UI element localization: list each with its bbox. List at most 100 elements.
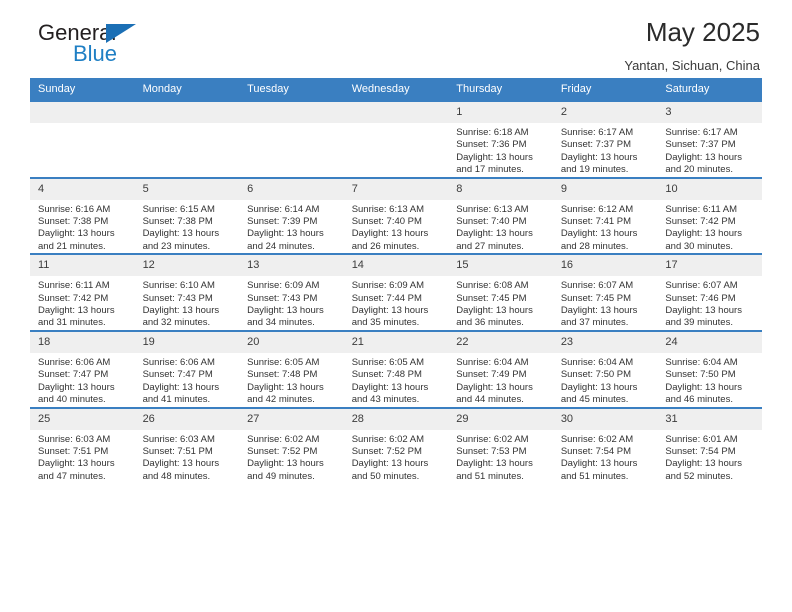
daylight-duration-line2: and 39 minutes.: [665, 317, 733, 329]
day-details: Sunrise: 6:04 AM Sunset: 7:49 PM Daylight:…: [448, 353, 553, 407]
calendar-day-cell[interactable]: 7 Sunrise: 6:13 AM Sunset: 7:40 PM Daylight…: [343, 176, 449, 255]
day-details: Sunrise: 6:06 AM Sunset: 7:47 PM Daylight:…: [30, 353, 135, 407]
daylight-duration-line2: and 36 minutes.: [456, 317, 524, 329]
calendar-day-cell[interactable]: 21 Sunrise: 6:05 AM Sunset: 7:48 PM Dayligh…: [343, 329, 449, 408]
day-number: 12: [134, 255, 240, 277]
day-details: Sunrise: 6:10 AM Sunset: 7:43 PM Daylight:…: [135, 276, 240, 330]
calendar-day-cell[interactable]: 25 Sunrise: 6:03 AM Sunset: 7:51 PM Dayligh…: [30, 406, 135, 484]
calendar-day-cell[interactable]: 31 Sunrise: 6:01 AM Sunset: 7:54 PM Dayligh…: [657, 406, 762, 484]
daylight-duration-line2: and 20 minutes.: [665, 164, 733, 176]
sunset-time: Sunset: 7:38 PM: [142, 216, 213, 228]
daylight-duration-line2: and 51 minutes.: [456, 470, 524, 482]
calendar-day-cell[interactable]: 8 Sunrise: 6:13 AM Sunset: 7:40 PM Daylight…: [448, 176, 553, 255]
sunset-time: Sunset: 7:45 PM: [456, 292, 527, 304]
calendar-day-cell[interactable]: 2 Sunrise: 6:17 AM Sunset: 7:37 PM Daylight…: [552, 100, 658, 178]
day-details: Sunrise: 6:13 AM Sunset: 7:40 PM Daylight:…: [344, 200, 449, 254]
calendar-day-cell[interactable]: 16 Sunrise: 6:07 AM Sunset: 7:45 PM Dayligh…: [552, 253, 658, 331]
calendar-day-cell[interactable]: 10 Sunrise: 6:11 AM Sunset: 7:42 PM Dayligh…: [657, 176, 762, 255]
calendar-day-cell[interactable]: 19 Sunrise: 6:06 AM Sunset: 7:47 PM Dayligh…: [134, 329, 240, 408]
daylight-duration-line1: Daylight: 13 hours: [560, 151, 638, 163]
sunrise-time: Sunrise: 6:06 AM: [38, 356, 111, 368]
calendar-day-cell[interactable]: 15 Sunrise: 6:08 AM Sunset: 7:45 PM Dayligh…: [448, 253, 553, 331]
daylight-duration-line1: Daylight: 13 hours: [560, 458, 638, 470]
daylight-duration-line1: Daylight: 13 hours: [665, 381, 742, 393]
calendar-day-cell[interactable]: 14 Sunrise: 6:09 AM Sunset: 7:44 PM Dayligh…: [343, 253, 449, 331]
day-number: 4: [30, 178, 135, 200]
calendar-day-cell[interactable]: 17 Sunrise: 6:07 AM Sunset: 7:46 PM Dayligh…: [657, 253, 762, 331]
brand-logo[interactable]: General Blue: [38, 21, 168, 69]
sunset-time: Sunset: 7:40 PM: [456, 216, 527, 228]
calendar-day-cell[interactable]: 24 Sunrise: 6:04 AM Sunset: 7:50 PM Dayligh…: [657, 329, 762, 408]
day-details: Sunrise: 6:11 AM Sunset: 7:42 PM Daylight:…: [30, 276, 135, 330]
daylight-duration-line2: and 34 minutes.: [247, 317, 315, 329]
day-details: Sunrise: 6:02 AM Sunset: 7:53 PM Daylight:…: [448, 430, 553, 484]
day-details: Sunrise: 6:02 AM Sunset: 7:52 PM Daylight:…: [344, 430, 449, 484]
calendar-day-cell[interactable]: 12 Sunrise: 6:10 AM Sunset: 7:43 PM Dayligh…: [134, 253, 240, 331]
sunrise-time: Sunrise: 6:17 AM: [560, 127, 634, 138]
day-details: Sunrise: 6:07 AM Sunset: 7:45 PM Daylight:…: [553, 276, 658, 330]
daylight-duration-line2: and 19 minutes.: [560, 164, 629, 176]
daylight-duration-line1: Daylight: 13 hours: [351, 228, 429, 240]
sunrise-time: Sunrise: 6:13 AM: [351, 203, 425, 215]
day-number: [134, 102, 240, 123]
daylight-duration-line2: and 35 minutes.: [351, 317, 420, 329]
calendar-day-cell[interactable]: 13 Sunrise: 6:09 AM Sunset: 7:43 PM Dayligh…: [239, 253, 344, 331]
calendar-day-cell[interactable]: 9 Sunrise: 6:12 AM Sunset: 7:41 PM Daylight…: [552, 176, 658, 255]
calendar-day-cell[interactable]: 18 Sunrise: 6:06 AM Sunset: 7:47 PM Dayligh…: [30, 329, 135, 408]
day-details: Sunrise: 6:11 AM Sunset: 7:42 PM Daylight:…: [657, 200, 762, 254]
sunrise-time: Sunrise: 6:10 AM: [142, 280, 215, 292]
sunset-time: Sunset: 7:54 PM: [560, 445, 632, 457]
calendar-day-cell[interactable]: 20 Sunrise: 6:05 AM Sunset: 7:48 PM Dayligh…: [239, 329, 344, 408]
sunrise-time: Sunrise: 6:05 AM: [247, 356, 320, 368]
day-number: 17: [657, 255, 762, 277]
calendar-day-cell[interactable]: 23 Sunrise: 6:04 AM Sunset: 7:50 PM Dayligh…: [552, 329, 658, 408]
sunrise-time: Sunrise: 6:14 AM: [247, 203, 320, 215]
daylight-duration-line2: and 24 minutes.: [247, 240, 315, 252]
calendar-day-cell[interactable]: 6 Sunrise: 6:14 AM Sunset: 7:39 PM Daylight…: [239, 176, 344, 255]
sunrise-time: Sunrise: 6:07 AM: [560, 280, 634, 292]
daylight-duration-line2: and 37 minutes.: [560, 317, 629, 329]
day-number: 31: [657, 408, 762, 430]
day-details: Sunrise: 6:14 AM Sunset: 7:39 PM Daylight:…: [239, 200, 344, 254]
calendar-day-cell[interactable]: 30 Sunrise: 6:02 AM Sunset: 7:54 PM Dayligh…: [552, 406, 658, 484]
calendar-day-cell[interactable]: 4 Sunrise: 6:16 AM Sunset: 7:38 PM Daylight…: [30, 176, 135, 255]
calendar-day-cell[interactable]: 1 Sunrise: 6:18 AM Sunset: 7:36 PM Daylight…: [448, 100, 553, 178]
calendar-day-cell[interactable]: 29 Sunrise: 6:02 AM Sunset: 7:53 PM Dayligh…: [448, 406, 553, 484]
calendar-day-cell[interactable]: 5 Sunrise: 6:15 AM Sunset: 7:38 PM Daylight…: [134, 176, 240, 255]
weekday-header-sunday: Sunday: [30, 78, 135, 101]
sunrise-time: Sunrise: 6:05 AM: [351, 356, 425, 368]
sunrise-time: Sunrise: 6:01 AM: [665, 433, 738, 445]
calendar-day-cell[interactable]: 26 Sunrise: 6:03 AM Sunset: 7:51 PM Dayligh…: [134, 406, 240, 484]
weekday-header-saturday: Saturday: [657, 78, 762, 101]
calendar-day-cell[interactable]: 22 Sunrise: 6:04 AM Sunset: 7:49 PM Dayligh…: [448, 329, 553, 408]
sunset-time: Sunset: 7:36 PM: [456, 139, 527, 151]
day-number: 16: [552, 255, 658, 277]
daylight-duration-line1: Daylight: 13 hours: [456, 305, 533, 317]
calendar-day-cell[interactable]: 27 Sunrise: 6:02 AM Sunset: 7:52 PM Dayligh…: [239, 406, 344, 484]
day-number: 20: [239, 331, 344, 353]
day-number: 14: [343, 255, 449, 277]
weekday-header-tuesday: Tuesday: [239, 78, 344, 101]
sunset-time: Sunset: 7:51 PM: [38, 445, 109, 457]
sunset-time: Sunset: 7:53 PM: [456, 445, 527, 457]
day-number: 24: [657, 331, 762, 353]
calendar-day-cell[interactable]: 3 Sunrise: 6:17 AM Sunset: 7:37 PM Daylight…: [657, 100, 762, 178]
calendar-week-row: 4 Sunrise: 6:16 AM Sunset: 7:38 PM Daylight…: [30, 176, 762, 255]
sunrise-time: Sunrise: 6:04 AM: [456, 356, 529, 368]
day-number: [343, 102, 449, 123]
daylight-duration-line1: Daylight: 13 hours: [247, 381, 324, 393]
sunrise-time: Sunrise: 6:12 AM: [560, 203, 634, 215]
day-number: 9: [552, 178, 658, 200]
day-details: Sunrise: 6:17 AM Sunset: 7:37 PM Daylight:…: [657, 123, 762, 177]
calendar-day-cell[interactable]: 28 Sunrise: 6:02 AM Sunset: 7:52 PM Dayligh…: [343, 406, 449, 484]
daylight-duration-line2: and 43 minutes.: [351, 394, 420, 406]
daylight-duration-line2: and 30 minutes.: [665, 240, 733, 252]
day-details: Sunrise: 6:09 AM Sunset: 7:44 PM Daylight:…: [344, 276, 449, 330]
calendar-day-cell[interactable]: 11 Sunrise: 6:11 AM Sunset: 7:42 PM Dayligh…: [30, 253, 135, 331]
calendar-week-row: 11 Sunrise: 6:11 AM Sunset: 7:42 PM Dayligh…: [30, 253, 762, 331]
daylight-duration-line2: and 27 minutes.: [456, 240, 524, 252]
day-number: 30: [552, 408, 658, 430]
day-number: 2: [552, 102, 658, 123]
calendar-cell-empty: [30, 100, 135, 178]
sunset-time: Sunset: 7:47 PM: [38, 369, 109, 381]
